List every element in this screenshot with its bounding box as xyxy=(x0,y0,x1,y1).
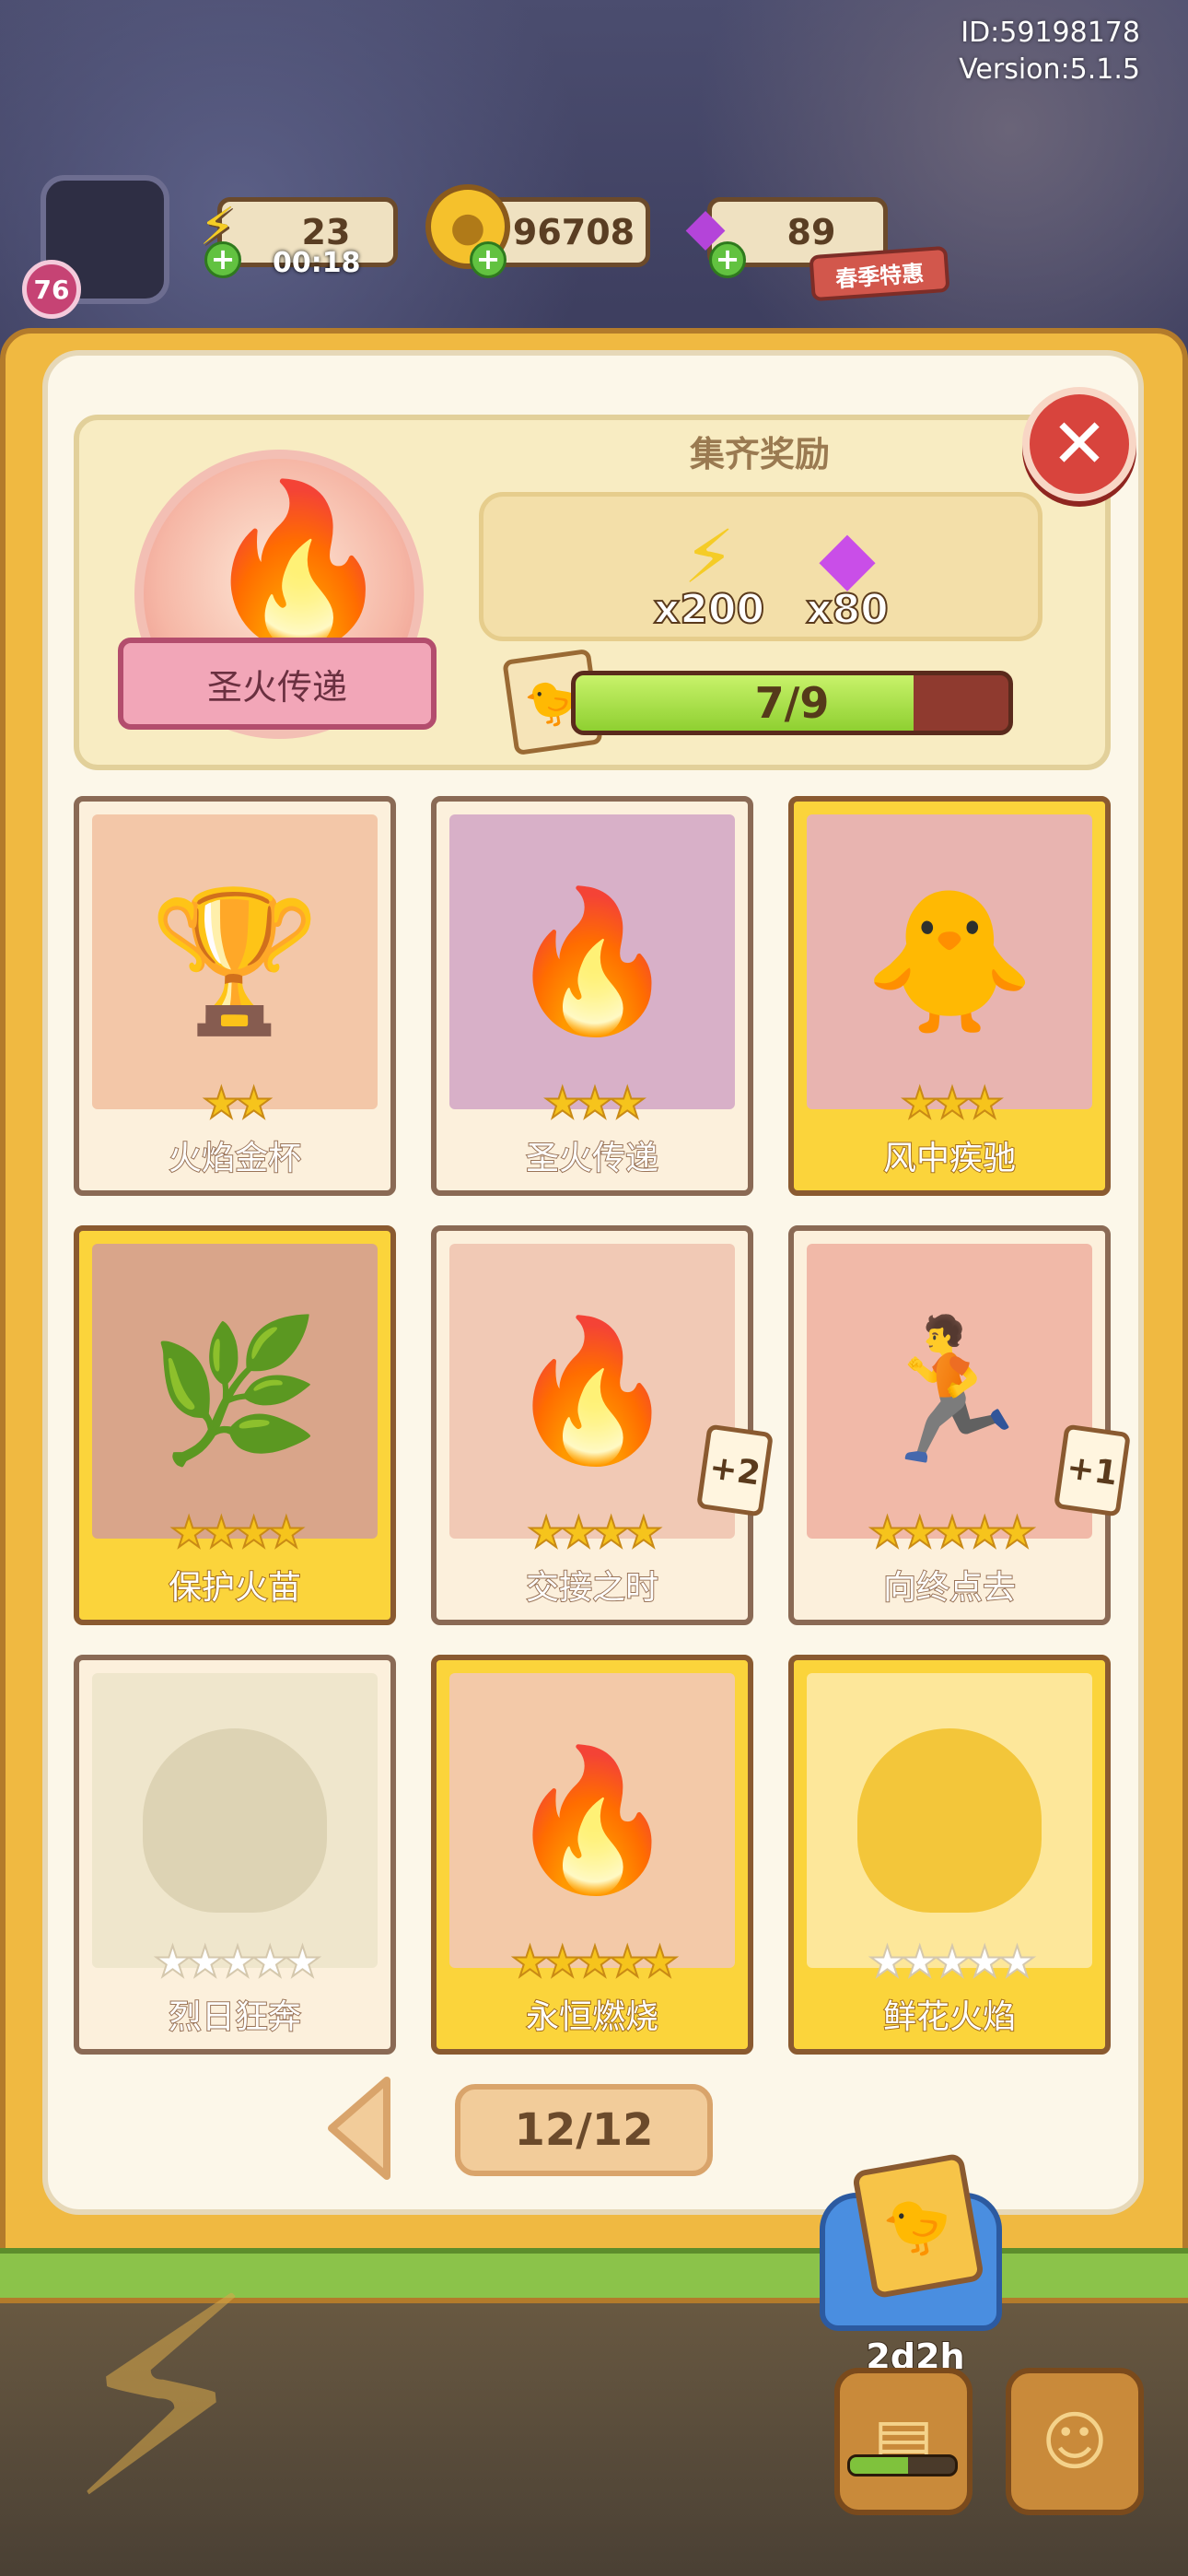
card-artwork: 🐥 xyxy=(807,814,1092,1109)
friends-tile[interactable]: ☺ xyxy=(1006,2368,1144,2515)
card-pack-icon: 🐤 xyxy=(851,2152,985,2300)
duck-silhouette-icon xyxy=(143,1728,327,1913)
star-rating: ★★★★★ xyxy=(153,1936,322,1987)
version-text: Version:5.1.5 xyxy=(959,53,1140,86)
collection-progress-bar: 7/9 xyxy=(571,671,1013,735)
card-name: 永恒燃烧 xyxy=(525,1997,659,2037)
reward-quantity: x80 xyxy=(805,585,890,634)
album-card[interactable]: 🏆 ★★ 火焰金杯 xyxy=(74,796,396,1196)
user-id-text: ID:59198178 xyxy=(961,17,1140,49)
spring-sale-button[interactable]: 春季特惠 xyxy=(809,245,950,302)
star-rating: ★★★★ xyxy=(169,1506,307,1558)
album-card[interactable]: 🐥 ★★★ 风中疾驰 xyxy=(788,796,1111,1196)
torch-flame-icon: 🔥 xyxy=(201,474,396,656)
add-gems-button[interactable]: + xyxy=(709,241,746,278)
card-album-button[interactable]: 🐤 xyxy=(820,2152,1002,2331)
build-info: ID:59198178 Version:5.1.5 xyxy=(959,15,1140,88)
album-card[interactable]: ★★★★★ 鲜花火焰 xyxy=(788,1655,1111,2055)
page-indicator: 12/12 xyxy=(455,2084,713,2176)
card-name: 交接之时 xyxy=(525,1568,659,1608)
card-locked-silhouette xyxy=(92,1673,378,1968)
star-rating: ★★★ xyxy=(542,1077,647,1129)
energy-timer: 00:18 xyxy=(273,247,361,279)
card-name: 风中疾驰 xyxy=(882,1139,1017,1178)
reward-item: ⚡ x200 xyxy=(645,516,774,635)
star-rating: ★★★ xyxy=(900,1077,1005,1129)
card-deck-tile[interactable]: ▤ xyxy=(834,2368,973,2515)
deck-progress-fill xyxy=(850,2457,908,2474)
card-locked-silhouette xyxy=(807,1673,1092,1968)
close-button[interactable]: ✕ xyxy=(1022,387,1136,501)
card-name: 火焰金杯 xyxy=(168,1139,302,1178)
album-card[interactable]: 🏃 ★★★★★ 向终点去 +1 xyxy=(788,1225,1132,1625)
background-bolt-icon: ⚡ xyxy=(64,2239,259,2560)
card-name: 圣火传递 xyxy=(525,1139,659,1178)
reward-item: ◆ x80 xyxy=(783,516,912,635)
duplicate-count-badge: +2 xyxy=(695,1423,775,1517)
album-card[interactable]: ★★★★★ 烈日狂奔 xyxy=(74,1655,396,2055)
add-coins-button[interactable]: + xyxy=(470,241,507,278)
prev-page-arrow-icon[interactable] xyxy=(322,2073,396,2184)
deck-progress-bar xyxy=(847,2454,958,2476)
star-rating: ★★★★★ xyxy=(510,1936,680,1987)
star-rating: ★★★★★ xyxy=(868,1936,1037,1987)
card-artwork: 🏆 xyxy=(92,814,378,1109)
album-card[interactable]: 🌿 ★★★★ 保护火苗 xyxy=(74,1225,396,1625)
level-badge: 76 xyxy=(22,260,81,319)
friends-icon: ☺ xyxy=(1041,2404,1109,2479)
album-title-ribbon: 圣火传递 xyxy=(118,638,437,730)
card-artwork: 🔥 xyxy=(449,1244,735,1539)
album-card[interactable]: 🔥 ★★★★ 交接之时 +2 xyxy=(431,1225,775,1625)
album-card[interactable]: 🔥 ★★★ 圣火传递 xyxy=(431,796,753,1196)
duck-silhouette-icon xyxy=(857,1728,1042,1913)
close-icon: ✕ xyxy=(1050,404,1108,484)
album-card[interactable]: 🔥 ★★★★★ 永恒燃烧 xyxy=(431,1655,753,2055)
reward-quantity: x200 xyxy=(653,585,765,634)
star-rating: ★★★★ xyxy=(527,1506,664,1558)
reward-title: 集齐奖励 xyxy=(689,434,830,474)
progress-text: 7/9 xyxy=(754,678,830,728)
card-artwork: 🏃 xyxy=(807,1244,1092,1539)
star-rating: ★★★★★ xyxy=(868,1506,1037,1558)
gem-value: 89 xyxy=(786,212,836,252)
card-name: 烈日狂奔 xyxy=(168,1997,302,2037)
card-name: 向终点去 xyxy=(882,1568,1017,1608)
coin-value: 96708 xyxy=(512,212,635,252)
card-artwork: 🌿 xyxy=(92,1244,378,1539)
star-rating: ★★ xyxy=(202,1077,274,1129)
card-name: 鲜花火焰 xyxy=(882,1997,1017,2037)
card-artwork: 🔥 xyxy=(449,1673,735,1968)
card-artwork: 🔥 xyxy=(449,814,735,1109)
card-name: 保护火苗 xyxy=(168,1568,302,1608)
add-energy-button[interactable]: + xyxy=(204,241,241,278)
duplicate-count-badge: +1 xyxy=(1053,1423,1132,1517)
